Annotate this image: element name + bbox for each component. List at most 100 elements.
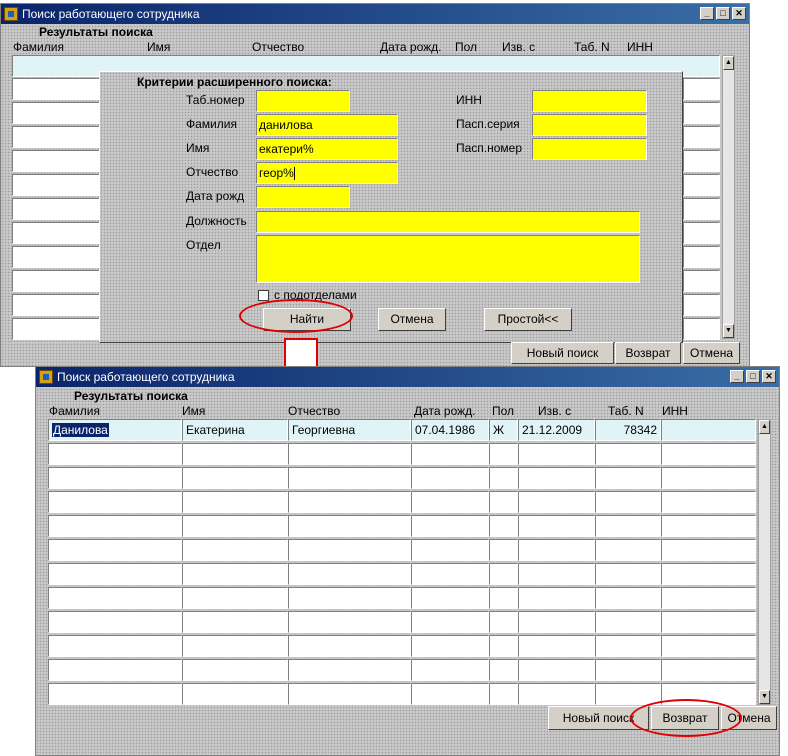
table-cell[interactable] [288,443,411,465]
table-cell[interactable] [661,443,756,465]
table-cell[interactable] [48,515,182,537]
table-cell[interactable] [12,198,100,220]
table-cell[interactable] [288,683,411,705]
window-title-bar[interactable]: Поиск работающего сотрудника _ □ ✕ [36,367,779,387]
table-cell[interactable] [182,539,288,561]
table-cell[interactable] [288,635,411,657]
tab-number-field[interactable] [256,90,350,112]
table-cell[interactable] [182,443,288,465]
patronymic-field[interactable]: геор% [256,162,398,184]
table-cell[interactable] [661,515,756,537]
table-cell[interactable] [411,635,489,657]
table-cell[interactable] [489,587,518,609]
table-cell[interactable] [683,246,720,268]
table-cell[interactable] [595,611,661,633]
table-cell[interactable] [288,563,411,585]
table-cell[interactable] [411,443,489,465]
table-cell[interactable] [661,539,756,561]
table-cell[interactable] [489,611,518,633]
table-cell[interactable] [411,587,489,609]
new-search-button[interactable]: Новый поиск [511,342,614,364]
table-cell[interactable] [683,294,720,316]
table-cell[interactable] [683,102,720,124]
table-cell[interactable] [683,174,720,196]
table-cell[interactable] [411,491,489,513]
cell-surname[interactable]: Данилова [48,419,182,441]
table-cell[interactable] [48,443,182,465]
table-cell[interactable] [12,246,100,268]
table-cell[interactable] [595,635,661,657]
table-cell[interactable] [12,270,100,292]
table-cell[interactable] [12,174,100,196]
table-cell[interactable] [182,611,288,633]
table-cell[interactable] [48,491,182,513]
table-cell[interactable] [595,659,661,681]
scroll-down-icon[interactable]: ▼ [759,690,770,704]
table-cell[interactable] [182,635,288,657]
table-cell[interactable] [595,563,661,585]
table-cell[interactable] [683,318,720,340]
table-cell[interactable] [518,491,595,513]
criteria-cancel-button[interactable]: Отмена [378,308,446,331]
table-cell[interactable] [683,222,720,244]
department-field[interactable] [256,235,640,283]
table-cell[interactable] [661,563,756,585]
birth-date-field[interactable] [256,186,350,208]
table-cell[interactable] [595,683,661,705]
table-cell[interactable] [683,198,720,220]
table-cell[interactable] [288,515,411,537]
cell-patronymic[interactable]: Георгиевна [288,419,411,441]
table-cell[interactable] [12,150,100,172]
table-cell[interactable] [489,443,518,465]
table-cell[interactable] [661,467,756,489]
table-cell[interactable] [12,78,100,100]
window-title-bar[interactable]: Поиск работающего сотрудника _ □ ✕ [1,4,749,24]
table-cell[interactable] [683,78,720,100]
subdepartments-checkbox[interactable] [258,290,269,301]
table-cell[interactable] [182,467,288,489]
table-cell[interactable] [518,611,595,633]
table-cell[interactable] [48,587,182,609]
table-cell[interactable] [595,515,661,537]
table-cell[interactable] [518,563,595,585]
table-cell[interactable] [489,491,518,513]
scroll-up-icon[interactable]: ▲ [723,56,734,70]
table-cell[interactable] [182,491,288,513]
table-cell[interactable] [182,659,288,681]
table-cell[interactable] [683,126,720,148]
table-cell[interactable] [411,467,489,489]
vertical-scrollbar[interactable]: ▲ ▼ [722,55,735,339]
table-cell[interactable] [518,467,595,489]
table-cell[interactable] [661,611,756,633]
inn-field[interactable] [532,90,647,112]
surname-field[interactable]: данилова [256,114,398,136]
maximize-icon[interactable]: □ [746,370,760,383]
table-cell[interactable] [288,611,411,633]
table-cell[interactable] [288,491,411,513]
table-cell[interactable] [518,587,595,609]
table-cell[interactable] [518,443,595,465]
scroll-up-icon[interactable]: ▲ [759,420,770,434]
scroll-down-icon[interactable]: ▼ [723,324,734,338]
table-cell[interactable] [595,587,661,609]
close-icon[interactable]: ✕ [762,370,776,383]
close-icon[interactable]: ✕ [732,7,746,20]
table-cell[interactable] [489,515,518,537]
table-cell[interactable] [288,659,411,681]
table-cell[interactable] [48,611,182,633]
table-cell[interactable] [489,467,518,489]
table-cell[interactable] [12,102,100,124]
simple-search-button[interactable]: Простой<< [484,308,572,331]
table-cell[interactable] [489,539,518,561]
table-cell[interactable] [288,539,411,561]
table-cell[interactable] [489,659,518,681]
table-cell[interactable] [683,150,720,172]
table-cell[interactable] [182,587,288,609]
table-cell[interactable] [595,443,661,465]
cell-tab-number[interactable]: 78342 [595,419,661,441]
passport-number-field[interactable] [532,138,647,160]
table-cell[interactable] [595,539,661,561]
return-button[interactable]: Возврат [615,342,681,364]
position-field[interactable] [256,211,640,233]
table-cell[interactable] [518,635,595,657]
